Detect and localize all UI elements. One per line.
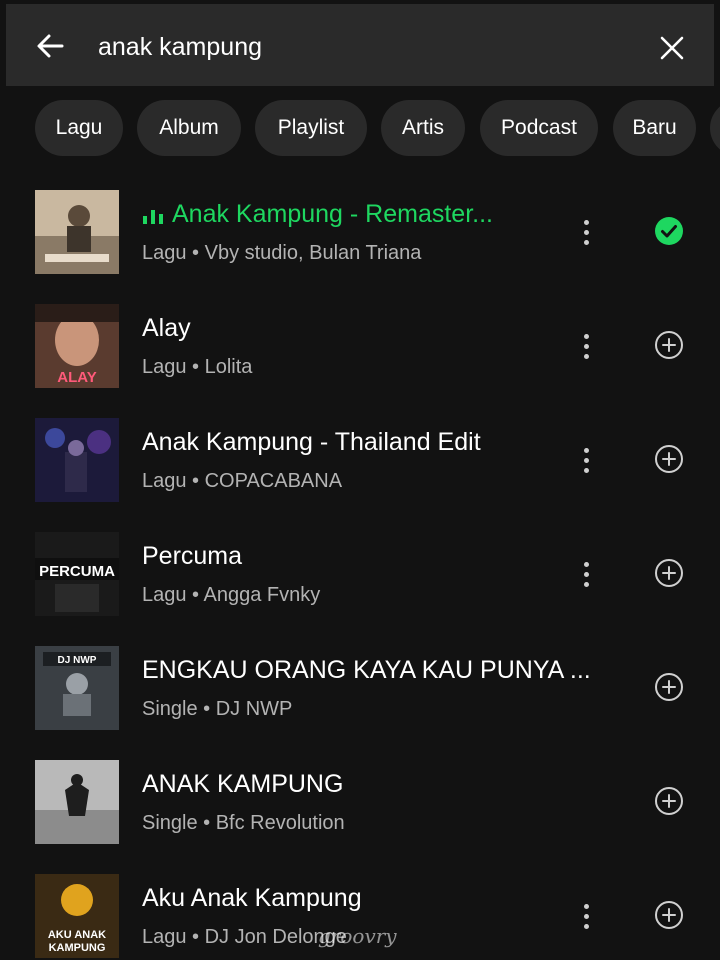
track-subtitle: Lagu • Lolita xyxy=(142,356,253,378)
more-options-button[interactable] xyxy=(570,554,602,594)
chip-podcast[interactable]: Podcast xyxy=(480,100,598,156)
search-bar xyxy=(6,4,714,86)
plus-circle-icon[interactable] xyxy=(654,444,684,474)
cover-art xyxy=(35,760,119,844)
chip-baru[interactable]: Baru xyxy=(613,100,696,156)
search-results-screen: Lagu Album Playlist Artis Podcast Baru xyxy=(0,0,720,960)
result-row[interactable]: Anak Kampung - Thailand Edit Lagu • COPA… xyxy=(0,400,720,514)
chip-lagu[interactable]: Lagu xyxy=(35,100,123,156)
track-title: ENGKAU ORANG KAYA KAU PUNYA ... xyxy=(142,656,591,684)
more-vertical-icon xyxy=(583,903,589,909)
track-subtitle: Lagu • Angga Fvnky xyxy=(142,584,321,606)
plus-circle-icon[interactable] xyxy=(654,786,684,816)
more-vertical-icon xyxy=(583,561,589,567)
track-title: ANAK KAMPUNG xyxy=(142,770,344,798)
track-subtitle: Lagu • COPACABANA xyxy=(142,470,343,492)
chip-playlist[interactable]: Playlist xyxy=(255,100,367,156)
chip-label: Album xyxy=(159,116,219,139)
dot xyxy=(583,571,589,577)
chip-label: Podcast xyxy=(501,116,577,139)
chip-album[interactable]: Album xyxy=(137,100,241,156)
track-title-text: Anak Kampung - Remaster... xyxy=(172,200,493,228)
watermark: groovry xyxy=(318,924,397,948)
more-options-button[interactable] xyxy=(570,896,602,936)
chip-label: Artis xyxy=(402,116,444,139)
plus-circle-icon[interactable] xyxy=(654,558,684,588)
cover-art xyxy=(35,418,119,502)
chip-artis[interactable]: Artis xyxy=(381,100,465,156)
track-title: Percuma xyxy=(142,542,243,570)
equalizer-icon xyxy=(143,209,163,224)
svg-text:KAMPUNG: KAMPUNG xyxy=(49,942,106,954)
more-vertical-icon xyxy=(583,447,589,453)
svg-text:ALAY: ALAY xyxy=(57,369,96,386)
more-options-button[interactable] xyxy=(570,440,602,480)
dot xyxy=(583,913,589,919)
dot xyxy=(583,457,589,463)
svg-text:AKU ANAK: AKU ANAK xyxy=(48,929,106,941)
cover-art: AKU ANAK KAMPUNG xyxy=(35,874,119,958)
plus-circle-icon[interactable] xyxy=(654,330,684,360)
chip-more[interactable] xyxy=(710,100,720,156)
track-title: Alay xyxy=(142,314,191,342)
dot xyxy=(583,467,589,473)
clear-search-button[interactable] xyxy=(654,30,690,66)
track-subtitle: Single • Bfc Revolution xyxy=(142,812,345,834)
cover-art: DJ NWP xyxy=(35,646,119,730)
plus-circle-icon[interactable] xyxy=(654,900,684,930)
track-subtitle: Single • DJ NWP xyxy=(142,698,293,720)
dot xyxy=(583,343,589,349)
back-button[interactable] xyxy=(32,28,68,64)
plus-circle-icon[interactable] xyxy=(654,672,684,702)
more-options-button[interactable] xyxy=(570,212,602,252)
dot xyxy=(583,229,589,235)
chip-label: Playlist xyxy=(277,116,345,139)
chip-label: Baru xyxy=(632,116,677,139)
cover-art: ALAY xyxy=(35,304,119,388)
track-subtitle: Lagu • Vby studio, Bulan Triana xyxy=(142,242,422,264)
dot xyxy=(583,353,589,359)
svg-text:DJ NWP: DJ NWP xyxy=(58,655,97,666)
more-vertical-icon xyxy=(583,219,589,225)
cover-art xyxy=(35,190,119,274)
check-circle-icon[interactable] xyxy=(654,216,684,246)
track-title: Aku Anak Kampung xyxy=(142,884,362,912)
more-options-button[interactable] xyxy=(570,326,602,366)
arrow-left-icon xyxy=(37,34,64,58)
result-row[interactable]: ALAY Alay Lagu • Lolita xyxy=(0,286,720,400)
result-row[interactable]: Anak Kampung - Remaster... Lagu • Vby st… xyxy=(0,172,720,286)
filter-chips: Lagu Album Playlist Artis Podcast Baru xyxy=(0,100,720,158)
track-title: Anak Kampung - Remaster... xyxy=(142,200,630,229)
close-icon xyxy=(660,36,684,60)
result-row[interactable]: ANAK KAMPUNG Single • Bfc Revolution xyxy=(0,742,720,856)
search-input[interactable] xyxy=(98,26,618,68)
cover-art: PERCUMA xyxy=(35,532,119,616)
more-vertical-icon xyxy=(583,333,589,339)
svg-text:PERCUMA: PERCUMA xyxy=(39,563,115,580)
chip-label: Lagu xyxy=(55,116,103,139)
dot xyxy=(583,239,589,245)
track-title: Anak Kampung - Thailand Edit xyxy=(142,428,481,456)
result-row[interactable]: PERCUMA Percuma Lagu • Angga Fvnky xyxy=(0,514,720,628)
dot xyxy=(583,581,589,587)
dot xyxy=(583,923,589,929)
result-row[interactable]: DJ NWP ENGKAU ORANG KAYA KAU PUNYA ... S… xyxy=(0,628,720,742)
